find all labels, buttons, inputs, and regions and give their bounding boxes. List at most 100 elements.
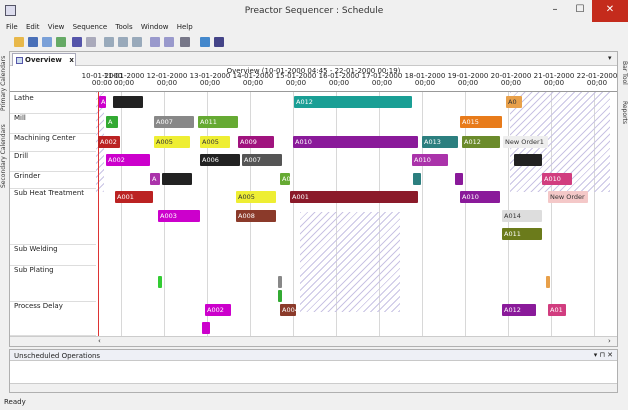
minimize-button[interactable]: –	[542, 0, 568, 22]
scroll-right-icon[interactable]: ›	[608, 337, 611, 345]
operation-bar[interactable]: A008	[236, 210, 276, 222]
operation-bar[interactable]	[158, 276, 162, 288]
operation-bar[interactable]: A010	[412, 154, 448, 166]
resource-icon[interactable]	[164, 37, 174, 47]
operation-bar[interactable]: New Order	[548, 191, 588, 203]
operation-bar[interactable]: A002	[98, 136, 120, 148]
calendar-icon[interactable]	[150, 37, 160, 47]
options-icon[interactable]	[214, 37, 224, 47]
operation-bar[interactable]: A012	[502, 304, 536, 316]
operation-bar[interactable]	[202, 322, 210, 334]
operation-bar[interactable]	[514, 154, 542, 166]
panel-controls[interactable]: ▾ ⊓ ✕	[594, 351, 613, 359]
unscheduled-title: Unscheduled Operations	[14, 352, 101, 360]
offshift-hatch	[300, 212, 400, 312]
resource-sub-welding[interactable]: Sub Welding	[10, 245, 96, 266]
menu-file[interactable]: File	[3, 22, 21, 32]
binoculars-icon[interactable]	[180, 37, 190, 47]
tab-overview[interactable]: Overview x	[12, 53, 76, 66]
unscheduled-header: Unscheduled Operations ▾ ⊓ ✕	[10, 350, 617, 361]
tab-primary-calendars[interactable]: Primary Calendars	[0, 53, 8, 113]
operation-bar[interactable]	[162, 173, 192, 185]
resource-mill[interactable]: Mill	[10, 114, 96, 134]
operation-bar[interactable]: A003	[158, 210, 200, 222]
operation-bar[interactable]	[278, 290, 282, 302]
operation-bar[interactable]: A006	[200, 154, 240, 166]
scroll-left-icon[interactable]: ‹	[98, 337, 101, 345]
table-icon[interactable]	[132, 37, 142, 47]
operation-bar[interactable]: New Order1	[503, 136, 548, 148]
grid-line	[422, 92, 423, 336]
operation-bar[interactable]	[413, 173, 421, 185]
menu-help[interactable]: Help	[174, 22, 196, 32]
print-icon[interactable]	[42, 37, 52, 47]
resource-grinder[interactable]: Grinder	[10, 172, 96, 189]
resource-drill[interactable]: Drill	[10, 152, 96, 172]
operation-bar[interactable]: A011	[502, 228, 542, 240]
toolbar	[0, 35, 628, 51]
operation-bar[interactable]: A001	[115, 191, 153, 203]
redo-icon[interactable]	[86, 37, 96, 47]
operation-bar[interactable]: A010	[293, 136, 418, 148]
operation-bar[interactable]	[546, 276, 550, 288]
operation-bar[interactable]: A001	[290, 191, 418, 203]
operation-bar[interactable]: A010	[542, 173, 572, 185]
unscheduled-scrollbar[interactable]	[10, 383, 617, 392]
operation-bar[interactable]	[113, 96, 143, 108]
date-tick: 22-01-2000 00;00	[576, 72, 618, 87]
operation-bar[interactable]	[455, 173, 463, 185]
gantt-icon[interactable]	[104, 37, 114, 47]
operation-bar[interactable]: A014	[502, 210, 542, 222]
operation-bar[interactable]: A012	[294, 96, 412, 108]
menu-edit[interactable]: Edit	[23, 22, 43, 32]
tab-reports[interactable]: Reports	[619, 95, 628, 131]
chart-icon[interactable]	[118, 37, 128, 47]
tab-dropdown-icon[interactable]: ▾	[608, 54, 612, 62]
operation-bar[interactable]: A	[150, 173, 160, 185]
grid-line	[121, 92, 122, 336]
operation-bar[interactable]	[278, 276, 282, 288]
menu-sequence[interactable]: Sequence	[70, 22, 111, 32]
resource-machining-center[interactable]: Machining Center	[10, 134, 96, 152]
open-icon[interactable]	[14, 37, 24, 47]
operation-bar[interactable]: A009	[238, 136, 274, 148]
operation-bar[interactable]: A015	[460, 116, 502, 128]
operation-bar[interactable]: A013	[422, 136, 458, 148]
menu-bar: File Edit View Sequence Tools Window Hel…	[0, 22, 628, 35]
tab-close-icon[interactable]: x	[69, 56, 74, 64]
operation-bar[interactable]: A0	[506, 96, 522, 108]
operation-bar[interactable]: A007	[242, 154, 282, 166]
operation-bar[interactable]: A011	[198, 116, 238, 128]
menu-view[interactable]: View	[45, 22, 68, 32]
operation-bar[interactable]: A004	[280, 304, 296, 316]
operation-bar[interactable]: A007	[154, 116, 194, 128]
operation-bar[interactable]: A002	[106, 154, 150, 166]
operation-bar[interactable]: A012	[462, 136, 500, 148]
date-tick: 21-01-2000 00;00	[533, 72, 575, 87]
operation-bar[interactable]: A005	[236, 191, 276, 203]
menu-window[interactable]: Window	[138, 22, 172, 32]
check-icon[interactable]	[56, 37, 66, 47]
close-button[interactable]: ✕	[592, 0, 628, 22]
tab-bar-tool[interactable]: Bar Tool	[619, 55, 628, 91]
resource-sub-heat-treatment[interactable]: Sub Heat Treatment	[10, 189, 96, 245]
tab-secondary-calendars[interactable]: Secondary Calendars	[0, 121, 8, 191]
operation-bar[interactable]: A0	[280, 173, 290, 185]
operation-bar[interactable]: A010	[460, 191, 500, 203]
operation-bar[interactable]: A0	[99, 96, 106, 108]
horizontal-scrollbar[interactable]: ‹ ›	[10, 336, 617, 346]
undo-icon[interactable]	[72, 37, 82, 47]
menu-tools[interactable]: Tools	[112, 22, 135, 32]
resource-process-delay[interactable]: Process Delay	[10, 302, 96, 336]
operation-bar[interactable]: A002	[205, 304, 231, 316]
help-icon[interactable]	[200, 37, 210, 47]
resource-lathe[interactable]: Lathe	[10, 94, 96, 114]
operation-bar[interactable]: A01	[548, 304, 566, 316]
operation-bar[interactable]: A	[106, 116, 118, 128]
date-tick: 11-01-2000 00;00	[103, 72, 145, 87]
resource-sub-plating[interactable]: Sub Plating	[10, 266, 96, 302]
maximize-button[interactable]: ☐	[567, 0, 593, 22]
operation-bar[interactable]: A005	[154, 136, 190, 148]
operation-bar[interactable]: A005	[200, 136, 230, 148]
save-icon[interactable]	[28, 37, 38, 47]
